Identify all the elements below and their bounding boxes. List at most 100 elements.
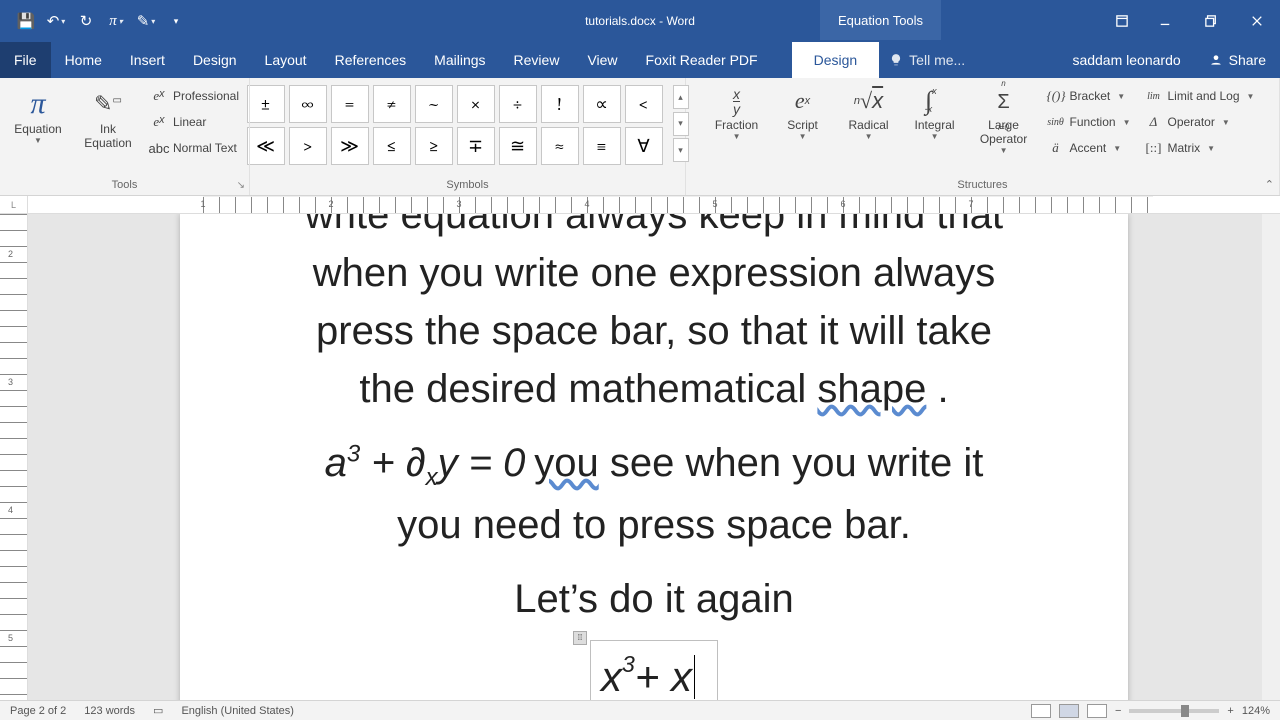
symbol-button-5[interactable]: ×	[457, 85, 495, 123]
signed-in-user[interactable]: saddam leonardo	[1058, 42, 1194, 78]
limit-log-button[interactable]: lim Limit and Log▼	[1140, 84, 1258, 108]
accent-button[interactable]: ä Accent▼	[1043, 136, 1135, 160]
symbol-button-18[interactable]: ≡	[583, 127, 621, 165]
symbol-button-19[interactable]: ∀	[625, 127, 663, 165]
undo-button[interactable]: ↶	[42, 7, 70, 35]
zoom-slider-thumb[interactable]	[1181, 705, 1189, 717]
v-ruler-tick: 4	[8, 505, 13, 515]
view-read-mode[interactable]	[1031, 704, 1051, 718]
accent-icon: ä	[1047, 140, 1065, 156]
operator-button[interactable]: Δ Operator▼	[1140, 110, 1258, 134]
normal-text-button[interactable]: abc Normal Text	[146, 136, 243, 160]
v-ruler-tick: 5	[8, 633, 13, 643]
equation-move-handle[interactable]: ⁞⁞	[573, 631, 587, 645]
equation-button[interactable]: π Equation ▼	[6, 82, 70, 145]
tab-design[interactable]: Design	[179, 42, 251, 78]
eqbox-x: x	[601, 647, 622, 700]
function-icon: sinθ	[1047, 117, 1065, 128]
symbol-button-2[interactable]: =	[331, 85, 369, 123]
status-language[interactable]: English (United States)	[181, 705, 294, 717]
ribbon-group-symbols: ±∞=≠~×÷!∝<≪>≫≤≥∓≅≈≡∀ ▴ ▾ ▾ Symbols	[250, 78, 686, 195]
close-button[interactable]	[1234, 0, 1280, 42]
radical-icon: n√x	[854, 84, 883, 118]
vertical-scrollbar[interactable]	[1262, 214, 1280, 700]
script-button[interactable]: ex Script ▼	[773, 82, 833, 141]
tab-equation-design[interactable]: Design	[792, 42, 880, 78]
qat-customize-button[interactable]: ▾	[162, 7, 190, 35]
symbol-button-16[interactable]: ≅	[499, 127, 537, 165]
symbol-button-13[interactable]: ≤	[373, 127, 411, 165]
save-button[interactable]: 💾	[12, 7, 40, 35]
large-operator-button[interactable]: n Σ i=0 Large Operator ▼	[971, 82, 1037, 155]
symbol-button-0[interactable]: ±	[247, 85, 285, 123]
symbol-button-12[interactable]: ≫	[331, 127, 369, 165]
symbol-button-14[interactable]: ≥	[415, 127, 453, 165]
linear-button[interactable]: ex Linear	[146, 110, 243, 134]
zoom-in-button[interactable]: +	[1227, 705, 1233, 717]
minimize-button[interactable]	[1142, 0, 1188, 42]
symbol-button-1[interactable]: ∞	[289, 85, 327, 123]
status-spellcheck-icon[interactable]: ▭	[153, 704, 163, 717]
tab-view[interactable]: View	[573, 42, 631, 78]
bracket-button[interactable]: {()} Bracket▼	[1043, 84, 1135, 108]
symbol-button-7[interactable]: !	[541, 85, 579, 123]
fraction-button[interactable]: xy Fraction ▼	[707, 82, 767, 141]
structures-col-1: {()} Bracket▼ sinθ Function▼ ä Accent▼	[1043, 82, 1135, 160]
symbol-button-15[interactable]: ∓	[457, 127, 495, 165]
collapse-ribbon-button[interactable]: ⌃	[1265, 178, 1274, 191]
symbol-button-17[interactable]: ≈	[541, 127, 579, 165]
status-page[interactable]: Page 2 of 2	[10, 705, 66, 717]
tab-file[interactable]: File	[0, 42, 51, 78]
symbol-button-6[interactable]: ÷	[499, 85, 537, 123]
tab-insert[interactable]: Insert	[116, 42, 179, 78]
symbol-button-11[interactable]: >	[289, 127, 327, 165]
symbol-button-3[interactable]: ≠	[373, 85, 411, 123]
symbol-button-4[interactable]: ~	[415, 85, 453, 123]
chevron-down-icon: ▼	[34, 136, 42, 145]
doc-line-1a: when you write one expression always	[260, 244, 1048, 302]
operator-label: Operator	[1167, 115, 1214, 129]
fraction-label: Fraction	[715, 118, 758, 132]
restore-button[interactable]	[1188, 0, 1234, 42]
tools-dialog-launcher[interactable]: ↘	[237, 180, 245, 191]
qat-equation-button[interactable]: π	[102, 7, 130, 35]
ribbon-display-options-button[interactable]	[1102, 0, 1142, 42]
document-canvas[interactable]: write equation always keep in mind that …	[28, 214, 1280, 700]
redo-button[interactable]: ↻	[72, 7, 100, 35]
symbol-button-10[interactable]: ≪	[247, 127, 285, 165]
symbol-button-9[interactable]: <	[625, 85, 663, 123]
status-word-count[interactable]: 123 words	[84, 705, 135, 717]
eq1-subx: x	[426, 464, 438, 491]
chevron-down-icon: ▼	[1222, 118, 1230, 127]
eq1-sup3: 3	[347, 441, 360, 468]
share-button[interactable]: Share	[1195, 42, 1280, 78]
matrix-button[interactable]: [::] Matrix▼	[1140, 136, 1258, 160]
tab-review[interactable]: Review	[500, 42, 574, 78]
tab-mailings[interactable]: Mailings	[420, 42, 499, 78]
tell-me-search[interactable]: Tell me...	[879, 42, 975, 78]
radical-button[interactable]: n√x Radical ▼	[839, 82, 899, 141]
professional-label: Professional	[173, 89, 239, 103]
zoom-level[interactable]: 124%	[1242, 705, 1270, 717]
document-page[interactable]: write equation always keep in mind that …	[180, 214, 1128, 700]
professional-button[interactable]: ex Professional	[146, 84, 243, 108]
tab-home[interactable]: Home	[51, 42, 116, 78]
vertical-ruler[interactable]: 2345	[0, 214, 28, 700]
horizontal-ruler[interactable]: 1234567	[28, 196, 1280, 213]
equation-editor-box[interactable]: ⁞⁞ x3 + x ▾	[590, 640, 718, 700]
ink-equation-button[interactable]: ✎▭ Ink Equation	[76, 82, 140, 150]
view-web-layout[interactable]	[1087, 704, 1107, 718]
symbol-button-8[interactable]: ∝	[583, 85, 621, 123]
qat-ink-equation-button[interactable]: ✎	[132, 7, 160, 35]
inline-equation-1: a3 + ∂xy = 0	[325, 440, 535, 486]
tab-layout[interactable]: Layout	[251, 42, 321, 78]
tab-foxit-reader-pdf[interactable]: Foxit Reader PDF	[632, 42, 772, 78]
integral-button[interactable]: ∫x-x Integral ▼	[905, 82, 965, 141]
function-button[interactable]: sinθ Function▼	[1043, 110, 1135, 134]
zoom-out-button[interactable]: −	[1115, 705, 1121, 717]
zoom-slider[interactable]	[1129, 709, 1219, 713]
view-print-layout[interactable]	[1059, 704, 1079, 718]
ribbon-tabs: File Home Insert Design Layout Reference…	[0, 42, 1280, 78]
tab-references[interactable]: References	[321, 42, 421, 78]
ruler-corner[interactable]: L	[0, 196, 28, 213]
